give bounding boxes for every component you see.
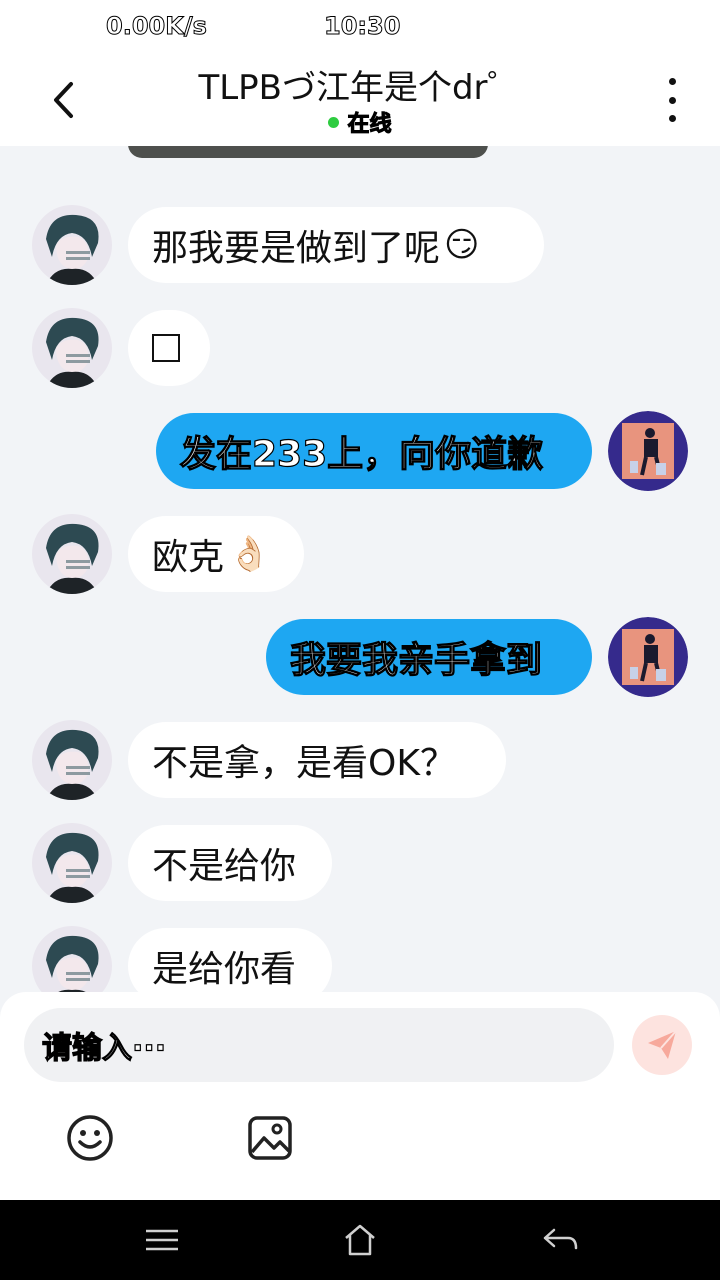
message-row [0,308,720,388]
send-button[interactable] [632,1015,692,1075]
avatar-image [32,823,112,903]
online-dot [328,116,340,128]
message-row: 那我要是做到了呢 😏 [0,205,720,285]
avatar-image [32,720,112,800]
clock: 10:30 [323,12,401,41]
message-text: 不是给你 [152,846,297,887]
message-bubble-incoming[interactable]: 欧克 👌🏻 [128,516,304,592]
message-row: 不是给你 [0,823,720,903]
send-icon [648,1030,677,1059]
avatar-image [32,308,112,388]
avatar-image [32,926,112,994]
message-bubble-incoming[interactable] [128,310,210,386]
contact-avatar[interactable] [32,926,112,994]
home-icon [345,1224,375,1256]
avatar-image [608,617,688,697]
more-options-button[interactable] [652,78,692,122]
emoji-button[interactable] [66,1114,114,1162]
nav-home-button[interactable] [340,1220,380,1260]
more-vertical-icon [668,78,676,85]
message-row: 欧克 👌🏻 [0,514,720,594]
contact-avatar[interactable] [32,308,112,388]
previous-image-message[interactable] [128,146,488,158]
menu-icon [146,1229,178,1251]
chat-title: TLPBづ江年是个dr゜ [198,68,522,108]
status-bar: 0.00K/s 10:30 [0,0,720,52]
message-bubble-incoming[interactable]: 不是给你 [128,825,332,901]
online-status-label: 在线 [347,112,392,138]
ok-hand-emoji: 👌🏻 [228,534,271,574]
message-bubble-incoming[interactable]: 不是拿，是看OK？ [128,722,506,798]
message-row: 是给你看 [0,926,720,994]
contact-avatar[interactable] [32,205,112,285]
message-row: 不是拿，是看OK？ [0,720,720,800]
message-text: 发在233上，向你道歉 [179,433,544,475]
message-row: 我要我亲手拿到 [0,617,720,697]
message-list[interactable]: 那我要是做到了呢 😏 发在233上，向你道歉 欧克 👌🏻 我要我亲手拿到 不是拿… [0,146,720,994]
network-speed: 0.00K/s [106,12,208,41]
smiley-icon [67,1115,113,1161]
chat-header: TLPBづ江年是个dr゜ 在线 [0,52,720,146]
system-nav-bar [0,1200,720,1280]
my-avatar[interactable] [608,411,688,491]
message-row: 发在233上，向你道歉 [0,411,720,491]
image-button[interactable] [246,1114,294,1162]
message-text: 欧克 [152,537,225,578]
smirk-emoji: 😏 [444,225,480,265]
nav-back-button[interactable] [540,1222,580,1258]
contact-avatar[interactable] [32,823,112,903]
message-text: 不是拿，是看OK？ [152,743,456,784]
input-placeholder: 请输入··· [41,1030,167,1066]
message-bubble-outgoing[interactable]: 我要我亲手拿到 [266,619,592,695]
avatar-image [32,514,112,594]
more-dot [668,96,676,104]
online-status: 在线 [0,106,720,138]
message-text: 那我要是做到了呢 [152,228,441,269]
message-text: 我要我亲手拿到 [289,639,543,681]
message-text: 是给你看 [152,949,297,990]
message-bubble-incoming[interactable]: 那我要是做到了呢 😏 [128,207,544,283]
contact-avatar[interactable] [32,514,112,594]
my-avatar[interactable] [608,617,688,697]
contact-avatar[interactable] [32,720,112,800]
avatar-image [32,205,112,285]
message-bubble-incoming[interactable]: 是给你看 [128,928,332,994]
avatar-image [608,411,688,491]
message-input[interactable]: 请输入··· [24,1008,614,1082]
image-icon [248,1116,292,1160]
back-arrow-icon [543,1228,578,1250]
nav-menu-button[interactable] [142,1222,182,1258]
unsupported-character-box [152,334,180,362]
more-dot [668,115,676,122]
input-panel: 请输入··· [0,992,720,1200]
message-bubble-outgoing[interactable]: 发在233上，向你道歉 [156,413,592,489]
